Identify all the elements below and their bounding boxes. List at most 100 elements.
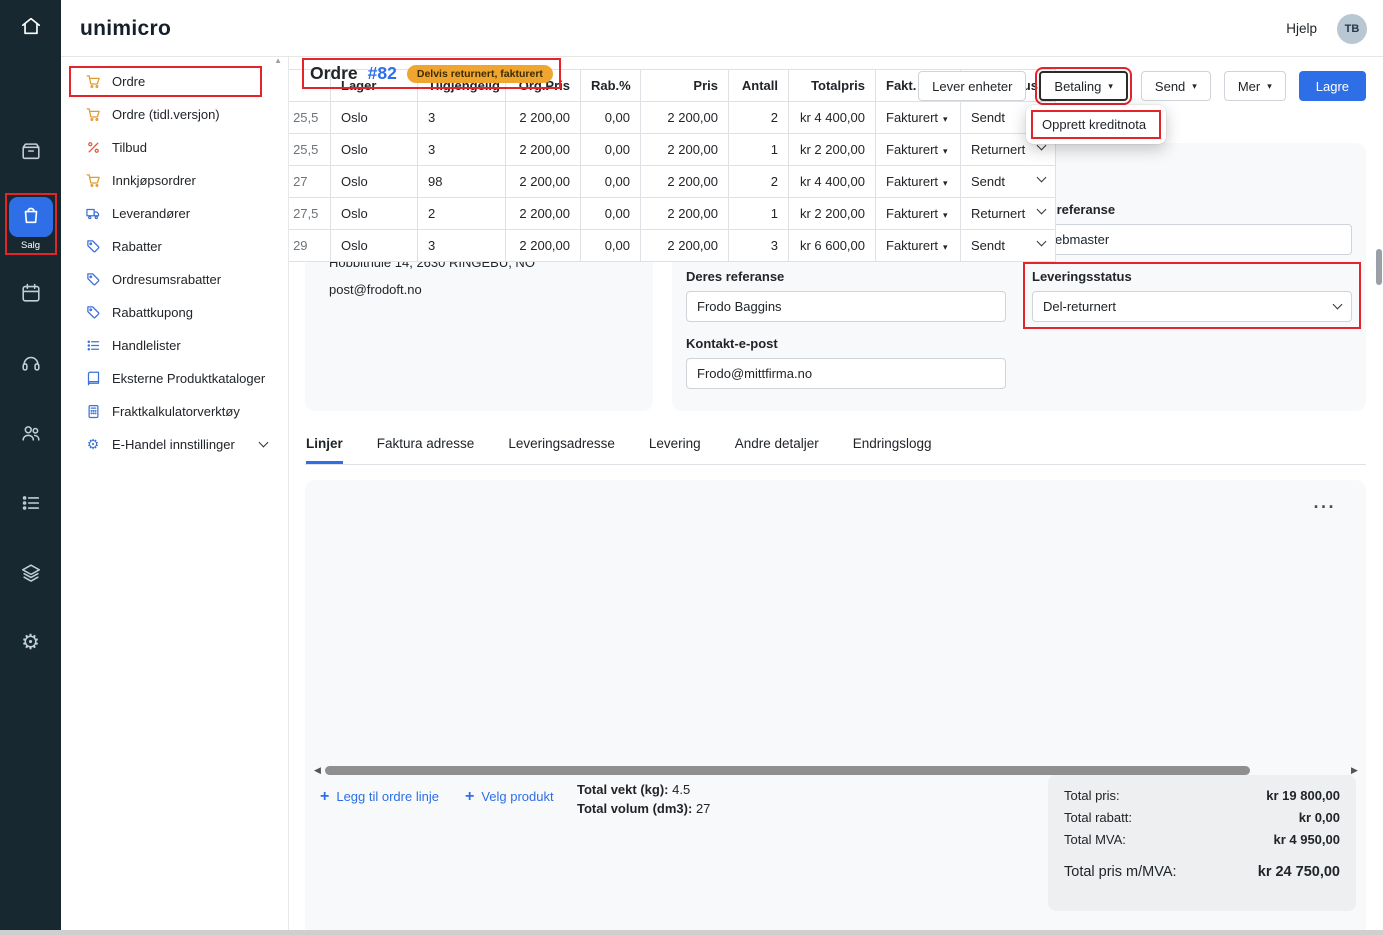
tag-icon [85, 272, 101, 287]
summary-total-row: Total pris m/MVA: kr 24 750,00 [1064, 864, 1340, 880]
cell-pris: 2 200,00 [641, 198, 729, 230]
layers-nav-button[interactable] [0, 562, 61, 589]
summary-row-mva: Total MVA: kr 4 950,00 [1064, 832, 1340, 847]
sidebar-item-tilbud[interactable]: Tilbud [61, 131, 288, 164]
fakt-status-dropdown[interactable]: Fakturert▾ [876, 230, 961, 262]
cell-totalpris: kr 2 200,00 [789, 134, 876, 166]
vertical-scrollbar[interactable] [1376, 249, 1382, 285]
horizontal-scrollbar[interactable] [0, 930, 1383, 935]
fakt-status-dropdown[interactable]: Fakturert▾ [876, 102, 961, 134]
leveringsstatus-label: Leveringsstatus [1032, 269, 1352, 284]
velg-produkt-link[interactable]: + Velg produkt [465, 789, 554, 804]
page-title: Ordre [310, 63, 358, 84]
caret-down-icon: ▾ [1192, 82, 1197, 91]
percent-icon [85, 140, 101, 155]
section-divider [305, 464, 1366, 465]
scroll-left-icon[interactable]: ◀ [314, 765, 321, 776]
sales-nav-button[interactable] [9, 197, 53, 237]
sidebar-item-ehandel-innstillinger[interactable]: ⚙ E-Handel innstillinger [61, 428, 288, 461]
chevron-down-icon [1333, 300, 1343, 310]
sidebar-item-leverandorer[interactable]: Leverandører [61, 197, 288, 230]
kontakt-epost-input[interactable] [686, 358, 1006, 389]
calendar-nav-button[interactable] [0, 282, 61, 309]
contacts-nav-button[interactable] [0, 422, 61, 449]
sidebar-item-eksterne-produktkataloger[interactable]: Eksterne Produktkataloger [61, 362, 288, 395]
tasks-nav-button[interactable] [0, 492, 61, 519]
plus-icon: + [320, 791, 329, 803]
sidebar-item-handlelister[interactable]: Handlelister [61, 329, 288, 362]
weight-volume-totals: Total vekt (kg): 4.5 Total volum (dm3): … [577, 782, 710, 820]
cell-rab: 0,00 [581, 166, 641, 198]
support-nav-button[interactable] [0, 352, 61, 379]
list-icon [85, 338, 101, 353]
send-button[interactable]: Send ▾ [1141, 71, 1211, 101]
sidebar-item-ordre[interactable]: Ordre [61, 65, 288, 98]
tab-levering-2[interactable]: Levering [649, 436, 701, 464]
lines-menu-button[interactable]: ··· [1314, 502, 1336, 512]
cell-rab: 0,00 [581, 102, 641, 134]
lev-status-select[interactable]: Sendt [961, 230, 1056, 262]
sales-nav-annotation: Salg [9, 197, 53, 251]
caret-down-icon: ▾ [943, 178, 948, 188]
leveringsstatus-select[interactable]: Del-returnert [1032, 291, 1352, 322]
cart-icon [85, 173, 101, 188]
lev-status-select[interactable]: Returnert [961, 198, 1056, 230]
home-button[interactable] [0, 0, 61, 57]
cell-pris: 2 200,00 [641, 166, 729, 198]
sidebar-item-innkjopsordrer[interactable]: Innkjøpsordrer [61, 164, 288, 197]
sidebar-menu: Ordre Ordre (tidl.versjon) Tilbud Innkjø… [61, 65, 288, 461]
cell-antall: 2 [729, 102, 789, 134]
sidebar-item-label: Ordre [112, 74, 145, 89]
sidebar-item-rabatter[interactable]: Rabatter [61, 230, 288, 263]
cell-antall: 2 [729, 166, 789, 198]
fakt-status-dropdown[interactable]: Fakturert▾ [876, 198, 961, 230]
fakt-status-dropdown[interactable]: Fakturert▾ [876, 166, 961, 198]
tab-andre-detaljer[interactable]: Andre detaljer [735, 436, 819, 464]
checklist-icon [20, 492, 42, 519]
var-referanse-input[interactable] [1032, 224, 1352, 255]
sidebar-item-label: E-Handel innstillinger [112, 437, 235, 452]
cell-lager: Oslo [331, 102, 418, 134]
total-volum-label: Total volum (dm3): [577, 801, 692, 816]
cell-antall: 1 [729, 134, 789, 166]
tab-leveringsadresse[interactable]: Leveringsadresse [508, 436, 615, 464]
order-title-block: Ordre #82 Delvis returnert, fakturert [310, 63, 553, 84]
header-rab: Rab.% [581, 70, 641, 102]
summary-row-rabatt: Total rabatt: kr 0,00 [1064, 810, 1340, 825]
sidebar-item-label: Fraktkalkulatorverktøy [112, 404, 240, 419]
sidebar-item-fraktkalkulatorverktoy[interactable]: Fraktkalkulatorverktøy [61, 395, 288, 428]
tab-linjer[interactable]: Linjer [306, 436, 343, 464]
table-hscrollbar[interactable] [325, 766, 1250, 775]
cell-orgpris: 2 200,00 [506, 166, 581, 198]
inventory-nav-button[interactable] [0, 140, 61, 167]
sidebar-item-ordre-tidl[interactable]: Ordre (tidl.versjon) [61, 98, 288, 131]
lagre-button[interactable]: Lagre [1299, 71, 1366, 101]
collapse-sidebar-icon[interactable]: ▲ [274, 56, 282, 65]
fakt-status-dropdown[interactable]: Fakturert▾ [876, 134, 961, 166]
help-link[interactable]: Hjelp [1286, 21, 1317, 36]
cell-pris: 2 200,00 [641, 134, 729, 166]
caret-down-icon: ▾ [1267, 82, 1272, 91]
opprett-kreditnota-item[interactable]: Opprett kreditnota [1031, 110, 1161, 139]
lev-status-select[interactable]: Sendt [961, 166, 1056, 198]
mer-button[interactable]: Mer ▾ [1224, 71, 1286, 101]
sidebar-item-ordresumsrabatter[interactable]: Ordresumsrabatter [61, 263, 288, 296]
order-actions: Lever enheter Betaling ▾ Send ▾ Mer ▾ La… [918, 71, 1366, 101]
scroll-right-icon[interactable]: ▶ [1351, 765, 1358, 776]
cell-tilgjengelig: 3 [418, 134, 506, 166]
leveringsstatus-field: Leveringsstatus Del-returnert [1032, 269, 1352, 322]
lever-enheter-button[interactable]: Lever enheter [918, 71, 1026, 101]
deres-referanse-input[interactable] [686, 291, 1006, 322]
tab-endringslogg[interactable]: Endringslogg [853, 436, 932, 464]
boxes-icon [20, 140, 42, 167]
cell-orgpris: 2 200,00 [506, 102, 581, 134]
tab-faktura-adresse[interactable]: Faktura adresse [377, 436, 475, 464]
settings-nav-button[interactable]: ⚙ [0, 632, 61, 654]
order-section-tabs: Linjer Faktura adresse Leveringsadresse … [306, 436, 932, 464]
user-avatar[interactable]: TB [1337, 14, 1367, 44]
add-order-line-link[interactable]: + Legg til ordre linje [320, 789, 439, 804]
home-icon [20, 15, 42, 42]
deres-referanse-field: Deres referanse [686, 269, 1006, 322]
betaling-button[interactable]: Betaling ▾ [1039, 71, 1128, 101]
sidebar-item-rabattkupong[interactable]: Rabattkupong [61, 296, 288, 329]
